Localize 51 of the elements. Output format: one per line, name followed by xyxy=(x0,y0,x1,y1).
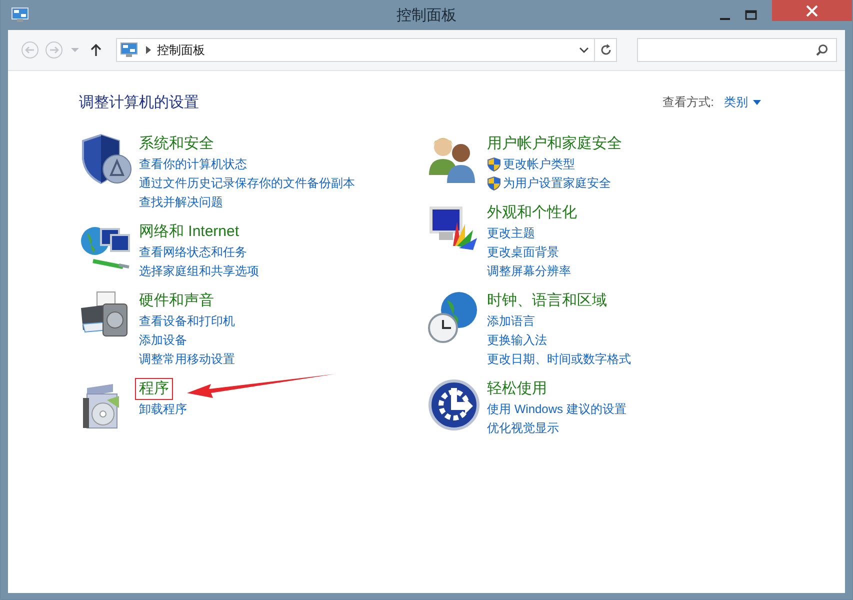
task-link[interactable]: 优化视觉显示 xyxy=(487,419,559,438)
task-link[interactable]: 查看网络状态和任务 xyxy=(139,243,247,262)
task-link[interactable]: 调整屏幕分辨率 xyxy=(487,262,571,281)
category-link[interactable]: 用户帐户和家庭安全 xyxy=(483,133,626,155)
view-by-label: 查看方式: xyxy=(662,94,714,110)
task-link[interactable]: 更改帐户类型 xyxy=(487,155,575,174)
chevron-icon[interactable] xyxy=(146,46,151,54)
chevron-down-icon xyxy=(579,47,589,53)
task-link[interactable]: 选择家庭组和共享选项 xyxy=(139,262,259,281)
task-link[interactable]: 查找并解决问题 xyxy=(139,193,223,212)
category-link[interactable]: 程序 xyxy=(135,378,173,400)
refresh-icon xyxy=(600,44,612,56)
up-arrow-icon xyxy=(90,43,102,57)
accessibility-drawing xyxy=(427,378,481,432)
search-icon xyxy=(816,44,828,56)
category-link[interactable]: 轻松使用 xyxy=(483,378,551,400)
caret-icon xyxy=(71,47,79,53)
page-heading: 调整计算机的设置 xyxy=(79,92,199,112)
uac-shield-icon xyxy=(487,176,501,191)
task-link[interactable]: 卸载程序 xyxy=(139,400,187,419)
category-link[interactable]: 时钟、语言和区域 xyxy=(483,290,611,312)
task-link[interactable]: 通过文件历史记录保存你的文件备份副本 xyxy=(139,174,355,193)
task-link[interactable]: 添加语言 xyxy=(487,312,535,331)
maximize-icon xyxy=(745,10,757,20)
task-link[interactable]: 添加设备 xyxy=(139,331,187,350)
task-link[interactable]: 更改日期、时间或数字格式 xyxy=(487,350,631,369)
task-link[interactable]: 调整常用移动设置 xyxy=(139,350,235,369)
minimize-icon xyxy=(720,18,730,20)
category-link[interactable]: 系统和安全 xyxy=(135,133,218,155)
category-link[interactable]: 硬件和声音 xyxy=(135,290,218,312)
control-panel-icon xyxy=(120,42,138,58)
view-by-dropdown[interactable]: 类别 xyxy=(724,94,761,110)
category-link[interactable]: 外观和个性化 xyxy=(483,202,581,224)
shield-drawing xyxy=(79,133,133,187)
close-icon xyxy=(806,4,818,16)
task-link[interactable]: 更改主题 xyxy=(487,224,535,243)
task-link[interactable]: 查看设备和打印机 xyxy=(139,312,235,331)
task-link[interactable]: 使用 Windows 建议的设置 xyxy=(487,400,626,419)
address-field[interactable]: 控制面板 xyxy=(116,38,617,62)
task-link[interactable]: 查看你的计算机状态 xyxy=(139,155,247,174)
window-title: 控制面板 xyxy=(396,6,458,24)
task-link[interactable]: 为用户设置家庭安全 xyxy=(487,174,611,193)
close-button[interactable] xyxy=(772,0,852,21)
task-link[interactable]: 更换输入法 xyxy=(487,331,547,350)
category-link[interactable]: 网络和 Internet xyxy=(135,221,244,243)
control-panel-icon xyxy=(11,7,29,23)
caret-icon xyxy=(753,100,761,104)
uac-shield-icon xyxy=(487,157,501,172)
search-field[interactable] xyxy=(637,38,837,62)
breadcrumb-item[interactable]: 控制面板 xyxy=(157,42,205,58)
task-link[interactable]: 更改桌面背景 xyxy=(487,243,559,262)
